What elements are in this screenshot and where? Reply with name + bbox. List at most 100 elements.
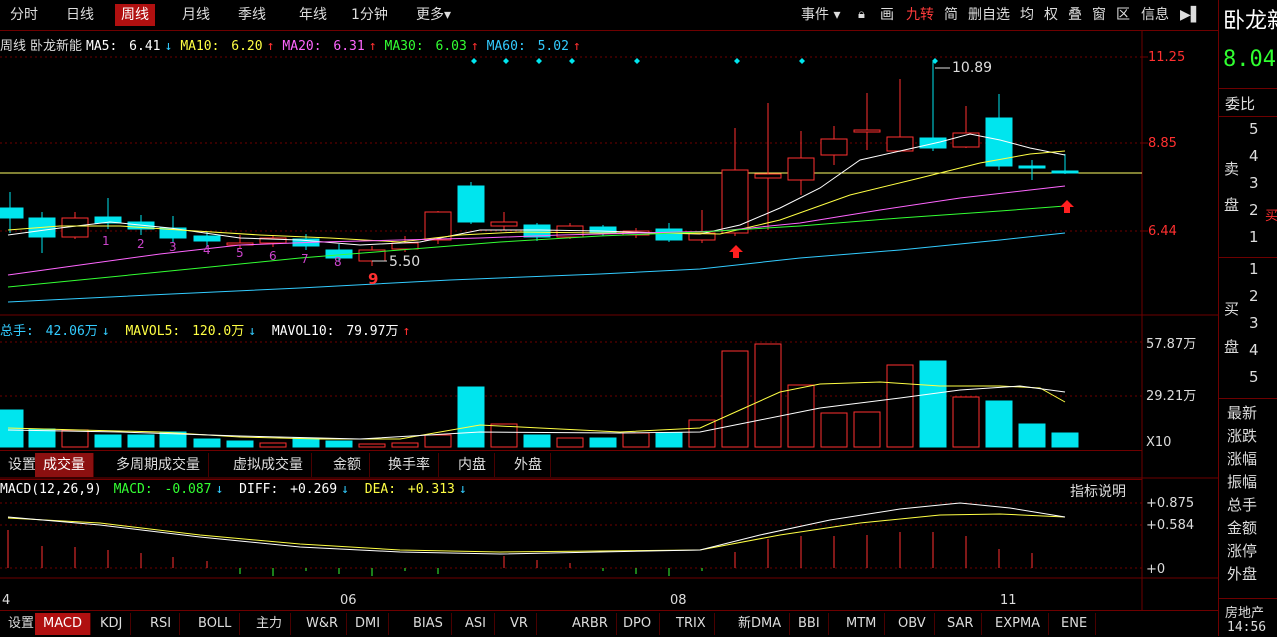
volume-axis-label-1: 57.87万 xyxy=(1146,337,1196,352)
buy-label-1: 买 xyxy=(1224,300,1240,318)
volume-bar-9 xyxy=(259,442,287,448)
indicator-tab-21[interactable]: ENE xyxy=(1053,613,1097,635)
expand-arrow-icon[interactable]: ▶▌ xyxy=(1180,4,1202,26)
ma60-line xyxy=(7,232,1066,303)
diff-line xyxy=(7,502,1066,555)
volume-bar-3 xyxy=(61,429,89,448)
period-tab-1[interactable]: 分时 xyxy=(4,4,44,26)
indicator-tab-13[interactable]: DPO xyxy=(615,613,661,635)
toolbar-item-9[interactable]: 区 xyxy=(1116,4,1130,26)
candle-body-21 xyxy=(655,228,683,241)
candle-body-26 xyxy=(820,138,848,156)
toolbar-item-4[interactable]: 删自选 xyxy=(968,4,1010,26)
sell-level-3: 3 xyxy=(1249,174,1259,192)
td-sequence-2: 2 xyxy=(137,237,145,251)
indicator-tab-14[interactable]: TRIX xyxy=(668,613,715,635)
indicator-tab-3[interactable]: KDJ xyxy=(92,613,132,635)
td-sequence-9: 9 xyxy=(368,270,378,288)
td-sequence-5: 5 xyxy=(236,246,244,260)
signal-diamond-3 xyxy=(536,58,542,64)
field-label-5: 总手 xyxy=(1227,496,1258,514)
volume-bar-19 xyxy=(589,437,617,448)
toolbar-item-8[interactable]: 窗 xyxy=(1092,4,1106,26)
volume-axis-label-2: 29.21万 xyxy=(1146,389,1196,404)
period-tab-8[interactable]: 更多▾ xyxy=(410,4,457,26)
volume-bar-25 xyxy=(787,384,815,448)
side-stock-name: 卧龙新 xyxy=(1223,9,1277,34)
ma30-line xyxy=(7,205,1066,288)
indicator-tab-19[interactable]: SAR xyxy=(939,613,983,635)
sector-label: 房地产 xyxy=(1225,606,1265,621)
indicator-tab-6[interactable]: 主力 xyxy=(248,613,292,635)
volume-bar-13 xyxy=(391,442,419,448)
volume-bar-24 xyxy=(754,343,782,448)
volume-bar-30 xyxy=(952,396,980,448)
candle-body-19 xyxy=(589,226,617,234)
candle-body-1 xyxy=(0,207,24,219)
price-axis-label-1: 11.25 xyxy=(1148,50,1185,65)
volume-bar-27 xyxy=(853,411,881,448)
volume-bar-21 xyxy=(655,432,683,448)
td-sequence-4: 4 xyxy=(203,243,211,257)
period-tab-3[interactable]: 周线 xyxy=(115,4,155,26)
price-axis-label-2: 8.85 xyxy=(1148,136,1177,151)
period-tab-6[interactable]: 年线 xyxy=(293,4,333,26)
signal-diamond-6 xyxy=(734,58,740,64)
volume-bar-15 xyxy=(457,386,485,448)
time-label: 14:56 xyxy=(1227,620,1267,635)
field-label-8: 外盘 xyxy=(1227,565,1258,583)
indicator-tab-4[interactable]: RSI xyxy=(142,613,181,635)
toolbar-item-1[interactable]: 画 xyxy=(880,4,894,26)
toolbar-item-5[interactable]: 均 xyxy=(1020,4,1034,26)
candle-body-24 xyxy=(754,173,782,179)
toolbar-item-6[interactable]: 权 xyxy=(1044,4,1058,26)
indicator-tab-5[interactable]: BOLL xyxy=(190,613,241,635)
indicator-tab-9[interactable]: BIAS xyxy=(405,613,452,635)
volume-bar-29 xyxy=(919,360,947,448)
indicator-tab-17[interactable]: MTM xyxy=(838,613,886,635)
period-tab-4[interactable]: 月线 xyxy=(176,4,216,26)
indicator-tab-12[interactable]: ARBR xyxy=(564,613,617,635)
x-axis-label-1: 4 xyxy=(2,593,10,608)
indicator-tab-20[interactable]: EXPMA xyxy=(987,613,1050,635)
period-tab-2[interactable]: 日线 xyxy=(60,4,100,26)
buy-level-4: 4 xyxy=(1249,341,1259,359)
signal-diamond-2 xyxy=(503,58,509,64)
sell-label-2: 盘 xyxy=(1224,196,1240,214)
sell-level-4: 4 xyxy=(1249,147,1259,165)
candle-body-33 xyxy=(1051,170,1079,174)
indicator-tab-18[interactable]: OBV xyxy=(890,613,935,635)
event-menu[interactable]: 事件 ▾ xyxy=(801,4,840,26)
signal-diamond-1 xyxy=(471,58,477,64)
toolbar-item-7[interactable]: 叠 xyxy=(1068,4,1082,26)
indicator-tab-16[interactable]: BBI xyxy=(790,613,829,635)
side-stock-price: 8.04 xyxy=(1223,47,1276,72)
toolbar-item-10[interactable]: 信息 xyxy=(1141,4,1169,26)
indicator-tab-7[interactable]: W&R xyxy=(298,613,348,635)
volume-bar-8 xyxy=(226,440,254,448)
chart-area[interactable]: 11.25 8.85 6.44 57.87万 29.21万 X10 +0.875 +0.584… xyxy=(0,30,1218,610)
signal-diamond-7 xyxy=(799,58,805,64)
period-tab-7[interactable]: 1分钟 xyxy=(345,4,394,26)
toolbar-item-3[interactable]: 简 xyxy=(944,4,958,26)
low-price-label: 5.50 xyxy=(389,254,420,270)
indicator-tab-10[interactable]: ASI xyxy=(457,613,495,635)
period-tab-5[interactable]: 季线 xyxy=(232,4,272,26)
sell-level-1: 1 xyxy=(1249,228,1259,246)
buy-level-5: 5 xyxy=(1249,368,1259,386)
field-label-7: 涨停 xyxy=(1227,542,1258,560)
toolbar-item-2[interactable]: 九转 xyxy=(906,4,934,26)
indicator-tab-8[interactable]: DMI xyxy=(347,613,390,635)
indicator-tab-15[interactable]: 新DMA xyxy=(730,613,791,635)
indicator-tab-2[interactable]: MACD xyxy=(35,613,91,635)
volume-bar-2 xyxy=(28,428,56,448)
volume-bar-4 xyxy=(94,434,122,448)
field-label-3: 涨幅 xyxy=(1227,450,1258,468)
volume-bar-16 xyxy=(490,423,518,448)
sell-level-2: 2 xyxy=(1249,201,1259,219)
lock-icon[interactable]: 🔒︎ xyxy=(858,4,865,26)
td-sequence-8: 8 xyxy=(334,255,342,269)
indicator-tab-11[interactable]: VR xyxy=(502,613,537,635)
volume-bar-32 xyxy=(1018,423,1046,448)
field-label-1: 最新 xyxy=(1227,404,1258,422)
